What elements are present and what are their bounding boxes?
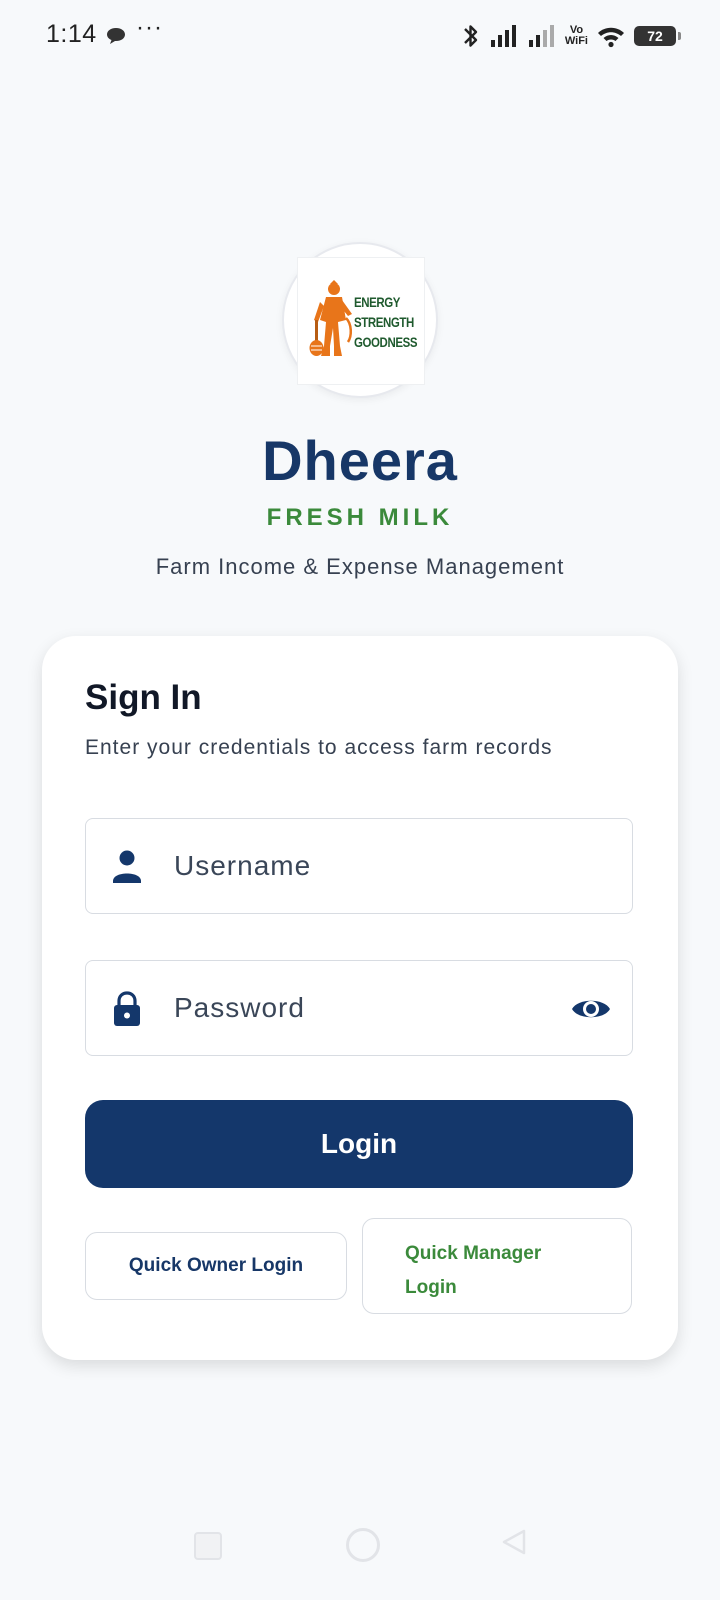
wifi-icon (598, 27, 624, 48)
sign-in-subtitle: Enter your credentials to access farm re… (85, 736, 553, 759)
back-icon[interactable] (500, 1528, 528, 1556)
logo-image: ENERGY STRENGTH GOODNESS (298, 258, 424, 384)
status-icons: Vo WiFi 72 (461, 20, 681, 52)
logo-text: ENERGY STRENGTH GOODNESS (354, 294, 418, 350)
signal-icon (490, 25, 516, 47)
username-field[interactable] (85, 818, 633, 914)
bluetooth-icon (464, 25, 478, 47)
brand-tagline: Farm Income & Expense Management (155, 554, 565, 579)
brand-subtitle: FRESH MILK (266, 504, 454, 531)
person-icon (113, 850, 141, 883)
brand-logo: ENERGY STRENGTH GOODNESS (282, 242, 438, 398)
more-icon: ··· (136, 14, 163, 41)
vowifi-indicator: Vo WiFi (564, 24, 588, 47)
eye-icon[interactable] (570, 991, 612, 1027)
signal-icon (528, 25, 554, 47)
sign-in-card: Sign In Enter your credentials to access… (42, 636, 678, 1360)
status-time: 1:14 (46, 20, 97, 48)
status-bar: 1:14 ··· Vo WiFi 72 (0, 0, 720, 72)
message-icon (107, 28, 125, 44)
system-nav-bar (0, 1520, 720, 1600)
password-field[interactable] (85, 960, 633, 1056)
recents-icon[interactable] (194, 1532, 222, 1560)
hanuman-figure-icon (309, 280, 352, 356)
login-button[interactable]: Login (85, 1100, 633, 1188)
quick-manager-login-button[interactable]: Quick Manager Login (362, 1218, 632, 1314)
home-icon[interactable] (346, 1528, 380, 1562)
password-input[interactable] (174, 961, 534, 1055)
quick-owner-login-button[interactable]: Quick Owner Login (85, 1232, 347, 1300)
lock-icon (114, 991, 140, 1026)
brand-title: Dheera (262, 429, 458, 492)
sign-in-title: Sign In (85, 678, 202, 717)
battery-icon: 72 (634, 26, 681, 46)
username-input[interactable] (174, 819, 534, 913)
